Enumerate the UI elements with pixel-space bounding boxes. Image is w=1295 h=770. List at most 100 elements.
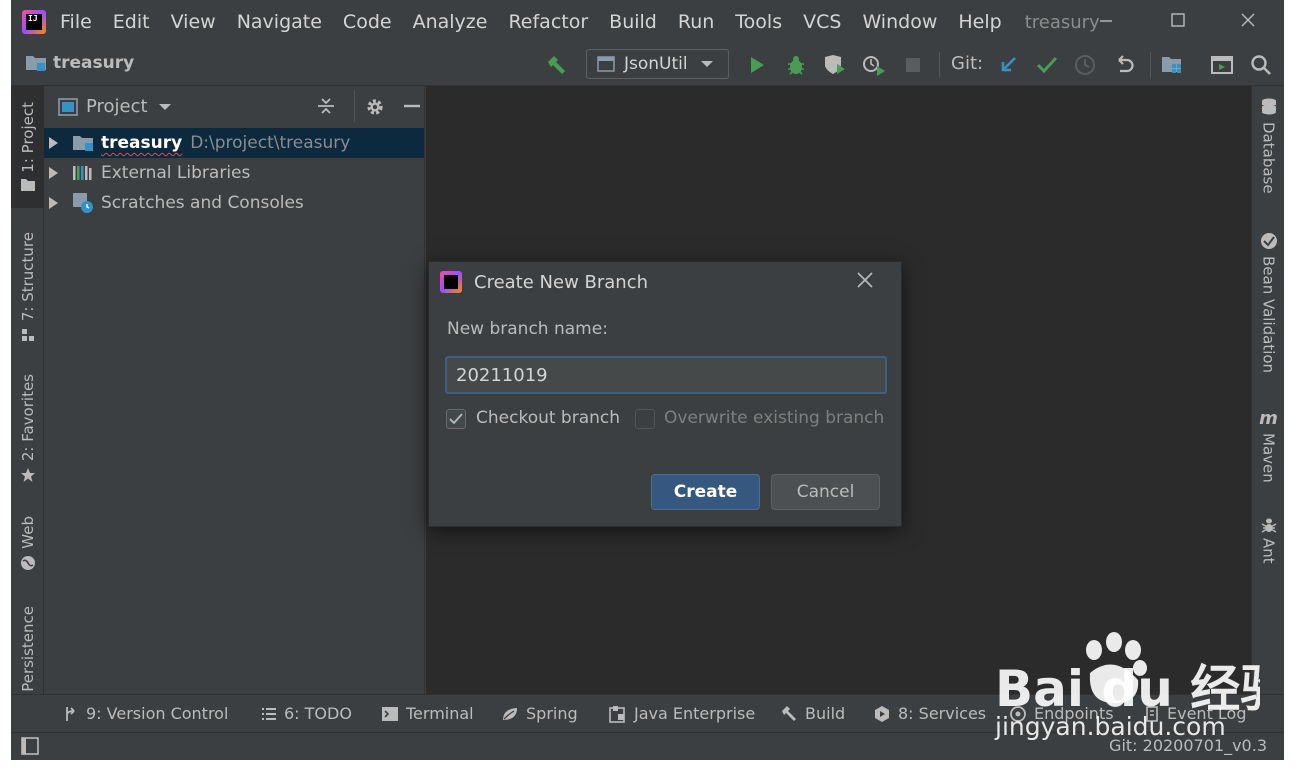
menu-navigate[interactable]: Navigate xyxy=(237,11,322,33)
tool-tab-services-label: 8: Services xyxy=(898,704,987,723)
menu-bar: IJ File Edit View Navigate Code Analyze … xyxy=(11,0,1284,44)
git-update-icon[interactable] xyxy=(996,53,1020,77)
minimize-button[interactable] xyxy=(1091,8,1121,36)
tool-tab-spring-label: Spring xyxy=(526,704,578,723)
scratches-icon xyxy=(73,193,93,213)
project-panel-header: Project xyxy=(44,86,425,127)
tool-tab-database[interactable]: Database xyxy=(1252,98,1284,206)
git-commit-icon[interactable] xyxy=(1035,53,1059,77)
tool-tab-structure[interactable]: 7: Structure xyxy=(11,222,44,352)
watermark-url: jingyan.baidu.com xyxy=(995,712,1226,741)
menu-refactor[interactable]: Refactor xyxy=(508,11,588,33)
tool-tab-bean-validation-label: Bean Validation xyxy=(1259,256,1278,374)
menu-view[interactable]: View xyxy=(171,11,216,33)
menu-edit[interactable]: Edit xyxy=(113,11,150,33)
project-panel-title[interactable]: Project xyxy=(86,96,148,117)
branch-name-input[interactable] xyxy=(445,356,887,394)
tool-tab-java-enterprise[interactable]: Java Enterprise xyxy=(609,704,755,723)
tree-node-external-libraries[interactable]: External Libraries xyxy=(44,158,424,188)
expand-arrow-icon[interactable] xyxy=(49,197,58,209)
close-icon xyxy=(857,272,873,288)
close-window-button[interactable] xyxy=(1233,8,1263,36)
tool-tab-version-control-label: 9: Version Control xyxy=(86,704,229,723)
menu-code[interactable]: Code xyxy=(343,11,392,33)
tool-tab-web[interactable]: Web xyxy=(11,506,44,581)
toggle-tool-windows-icon[interactable] xyxy=(21,737,39,760)
tool-tab-maven-label: Maven xyxy=(1259,433,1278,483)
tool-tab-persistence[interactable]: Persistence xyxy=(11,601,44,696)
bean-validation-icon xyxy=(1260,233,1277,249)
tool-tab-project-label: 1: Project xyxy=(18,101,37,173)
chevron-down-icon[interactable] xyxy=(158,102,172,112)
menu-run[interactable]: Run xyxy=(678,11,714,33)
menu-help[interactable]: Help xyxy=(958,11,1001,33)
rollback-icon[interactable] xyxy=(1112,53,1136,77)
tool-tab-todo[interactable]: 6: TODO xyxy=(261,704,352,723)
tool-tab-database-label: Database xyxy=(1259,122,1278,194)
branch-name-label: New branch name: xyxy=(447,319,608,339)
search-icon[interactable] xyxy=(1249,53,1273,77)
run-icon[interactable] xyxy=(745,53,769,77)
stop-icon[interactable] xyxy=(901,53,925,77)
checkmark-icon xyxy=(449,413,463,425)
application-config-icon xyxy=(597,56,615,72)
tool-tab-version-control[interactable]: 9: Version Control xyxy=(63,704,228,723)
intellij-logo-icon xyxy=(440,271,462,293)
tree-node-scratches[interactable]: Scratches and Consoles xyxy=(44,188,424,218)
menu-build[interactable]: Build xyxy=(609,11,657,33)
maximize-button[interactable] xyxy=(1163,8,1193,36)
menu-window[interactable]: Window xyxy=(862,11,937,33)
tool-tab-ant-label: Ant xyxy=(1259,538,1278,564)
project-tool-window: Project treasury D:\project\treasury Ext… xyxy=(44,86,425,694)
run-with-coverage-icon[interactable] xyxy=(823,53,847,77)
globe-icon xyxy=(20,555,35,570)
left-tool-strip: 1: Project 7: Structure 2: Favorites Web… xyxy=(11,86,44,694)
expand-arrow-icon[interactable] xyxy=(49,167,58,179)
collapse-all-icon[interactable] xyxy=(316,96,336,121)
profile-icon[interactable] xyxy=(862,53,886,77)
tool-tab-maven[interactable]: m Maven xyxy=(1252,408,1284,493)
menu-analyze[interactable]: Analyze xyxy=(413,11,488,33)
expand-arrow-icon[interactable] xyxy=(49,137,58,149)
tool-tab-bean-validation[interactable]: Bean Validation xyxy=(1252,232,1284,382)
list-icon xyxy=(261,707,277,721)
menu-tools[interactable]: Tools xyxy=(735,11,782,33)
overwrite-branch-checkbox[interactable] xyxy=(635,409,655,429)
tool-tab-structure-label: 7: Structure xyxy=(18,232,37,322)
overwrite-branch-label[interactable]: Overwrite existing branch xyxy=(664,408,884,428)
tool-tab-terminal[interactable]: Terminal xyxy=(381,704,474,723)
tool-tab-services[interactable]: 8: Services xyxy=(873,704,986,723)
debug-icon[interactable] xyxy=(784,53,808,77)
hide-panel-icon[interactable] xyxy=(402,96,422,121)
create-branch-dialog: Create New Branch New branch name: Check… xyxy=(428,261,902,527)
tool-tab-spring[interactable]: Spring xyxy=(501,704,578,723)
run-configuration-dropdown[interactable]: JsonUtil xyxy=(586,49,729,79)
tool-tab-project[interactable]: 1: Project xyxy=(11,86,44,208)
header-separator xyxy=(354,90,355,122)
menu-vcs[interactable]: VCS xyxy=(803,11,841,33)
tree-node-treasury[interactable]: treasury D:\project\treasury xyxy=(44,128,424,158)
cancel-button[interactable]: Cancel xyxy=(771,474,880,510)
git-history-icon[interactable] xyxy=(1073,53,1097,77)
tool-tab-todo-label: 6: TODO xyxy=(284,704,352,723)
create-button[interactable]: Create xyxy=(651,474,760,510)
intellij-logo-icon: IJ xyxy=(22,10,46,34)
checkout-branch-label[interactable]: Checkout branch xyxy=(476,408,620,428)
project-view-icon xyxy=(58,97,78,116)
breadcrumb[interactable]: treasury xyxy=(25,53,134,73)
project-folder-icon xyxy=(26,56,46,71)
tool-tab-favorites[interactable]: 2: Favorites xyxy=(11,366,44,491)
close-dialog-button[interactable] xyxy=(855,270,879,294)
menu-file[interactable]: File xyxy=(60,11,92,33)
tool-tab-build[interactable]: Build xyxy=(780,704,845,723)
module-folder-icon xyxy=(73,136,93,151)
build-hammer-icon[interactable] xyxy=(544,53,568,77)
checkout-branch-checkbox[interactable] xyxy=(446,409,466,429)
breadcrumb-project[interactable]: treasury xyxy=(53,53,134,73)
presentation-mode-icon[interactable] xyxy=(1210,53,1234,77)
close-icon xyxy=(1241,13,1255,27)
gear-icon[interactable] xyxy=(364,96,386,123)
maven-icon: m xyxy=(1259,408,1278,429)
tool-tab-ant[interactable]: Ant xyxy=(1252,516,1284,576)
project-structure-icon[interactable] xyxy=(1161,53,1185,77)
